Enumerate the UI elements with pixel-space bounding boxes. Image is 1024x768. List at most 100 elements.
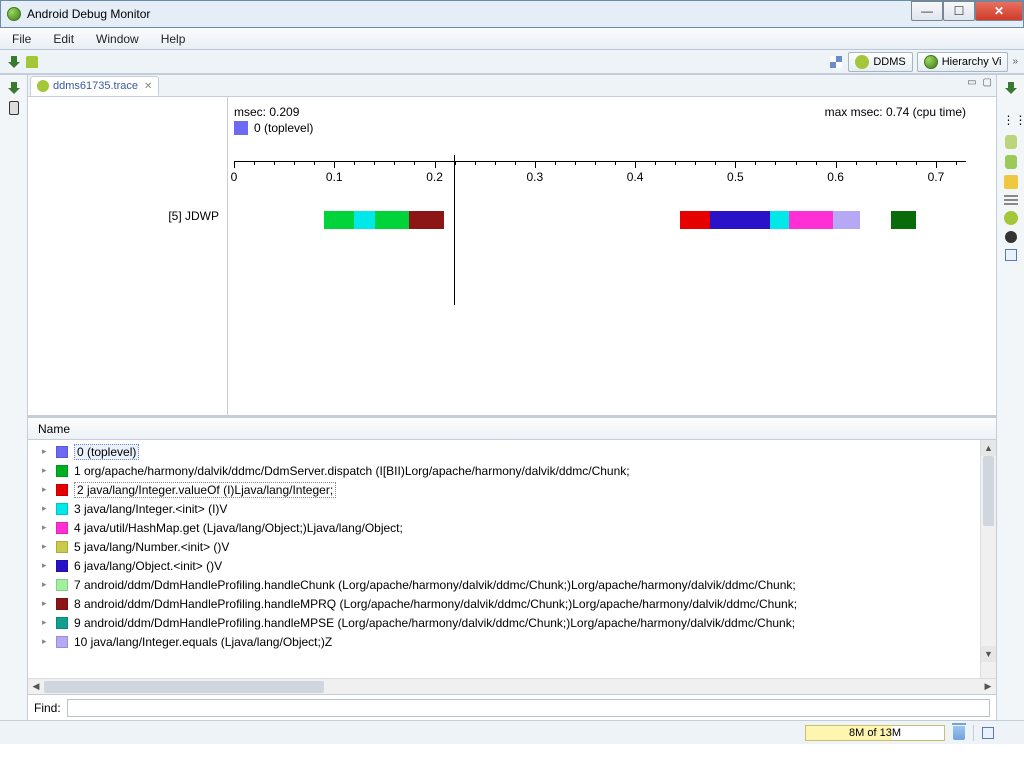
expand-icon[interactable]: ▸ xyxy=(42,617,50,628)
tick-label: 0.6 xyxy=(827,170,844,184)
tab-close-icon[interactable]: ✕ xyxy=(144,81,152,92)
gutter-phone-icon[interactable] xyxy=(9,101,19,115)
trace-segment[interactable] xyxy=(891,211,916,229)
table-row[interactable]: ▸7 android/ddm/DdmHandleProfiling.handle… xyxy=(32,575,976,594)
table-row[interactable]: ▸ 0 (toplevel) xyxy=(32,442,976,461)
editor-tabrow: ddms61735.trace ✕ ▭ ▢ xyxy=(28,75,996,97)
perspective-hierarchy-label: Hierarchy Vi xyxy=(942,56,1002,68)
trace-segment[interactable] xyxy=(710,211,770,229)
gutter-download-icon[interactable] xyxy=(1004,81,1018,95)
window-titlebar: Android Debug Monitor — ☐ ✕ xyxy=(0,0,1024,28)
menu-file[interactable]: File xyxy=(8,30,35,48)
trace-segment[interactable] xyxy=(354,211,375,229)
table-row[interactable]: ▸ 8 android/ddm/DdmHandleProfiling.handle… xyxy=(32,594,976,613)
table-row[interactable]: ▸9 android/ddm/DdmHandleProfiling.handle… xyxy=(32,613,976,632)
vertical-scrollbar[interactable]: ▲ ▼ xyxy=(980,440,996,678)
menu-edit[interactable]: Edit xyxy=(49,30,78,48)
table-row[interactable]: ▸5 java/lang/Number.<init> ()V xyxy=(32,537,976,556)
open-perspective-icon[interactable] xyxy=(828,54,844,70)
max-msec-label: max msec: 0.74 (cpu time) xyxy=(825,105,966,119)
scroll-down-icon[interactable]: ▼ xyxy=(981,646,996,662)
time-cursor[interactable] xyxy=(454,155,455,305)
close-button[interactable]: ✕ xyxy=(975,1,1023,21)
find-row: Find: xyxy=(28,694,996,720)
tick-label: 0.7 xyxy=(928,170,945,184)
table-header[interactable]: Name xyxy=(28,418,996,440)
row-label: 8 android/ddm/DdmHandleProfiling.handleM… xyxy=(74,597,797,611)
expand-icon[interactable]: ▸ xyxy=(42,560,50,571)
trace-segment[interactable] xyxy=(680,211,710,229)
gutter-folder-icon[interactable] xyxy=(1004,175,1018,189)
hscroll-thumb[interactable] xyxy=(44,681,324,693)
expand-icon[interactable]: ▸ xyxy=(42,598,50,609)
scroll-left-icon[interactable]: ◀ xyxy=(28,681,44,692)
gutter-emulator-icon[interactable] xyxy=(1004,211,1018,225)
left-gutter xyxy=(0,75,28,720)
gutter-threads-icon[interactable]: ⋮⋮ xyxy=(1003,113,1019,129)
app-icon xyxy=(7,7,21,21)
status-device-icon[interactable] xyxy=(1002,726,1016,740)
tick-label: 0.4 xyxy=(627,170,644,184)
expand-icon[interactable]: ▸ xyxy=(42,579,50,590)
heap-status[interactable]: 8M of 13M xyxy=(805,725,945,741)
android-icon xyxy=(855,55,869,69)
trace-segment[interactable] xyxy=(833,211,860,229)
overflow-icon[interactable]: » xyxy=(1012,56,1018,67)
maximize-button[interactable]: ☐ xyxy=(943,1,975,21)
minimize-view-icon[interactable]: ▭ xyxy=(967,77,976,88)
maximize-view-icon[interactable]: ▢ xyxy=(983,77,992,88)
expand-icon[interactable]: ▸ xyxy=(42,503,50,514)
gutter-heap-icon[interactable] xyxy=(1005,135,1017,149)
scroll-right-icon[interactable]: ▶ xyxy=(980,681,996,692)
table-row[interactable]: ▸1 org/apache/harmony/dalvik/ddmc/DdmSer… xyxy=(32,461,976,480)
horizontal-scrollbar[interactable]: ◀ ▶ xyxy=(28,678,996,694)
row-label: 0 (toplevel) xyxy=(74,444,139,460)
trace-segment[interactable] xyxy=(324,211,354,229)
gutter-download-icon[interactable] xyxy=(7,81,21,95)
color-swatch xyxy=(56,598,68,610)
row-label: 4 java/util/HashMap.get (Ljava/lang/Obje… xyxy=(74,521,403,535)
device-icon[interactable] xyxy=(24,54,40,70)
trace-segment[interactable] xyxy=(409,211,443,229)
expand-icon[interactable]: ▸ xyxy=(42,446,50,457)
table-row[interactable]: ▸ 4 java/util/HashMap.get (Ljava/lang/Obj… xyxy=(32,518,976,537)
status-layout-icon[interactable] xyxy=(982,727,994,739)
scroll-thumb[interactable] xyxy=(983,456,994,526)
color-swatch xyxy=(56,522,68,534)
trace-segment[interactable] xyxy=(375,211,409,229)
menu-help[interactable]: Help xyxy=(157,30,190,48)
expand-icon[interactable]: ▸ xyxy=(42,541,50,552)
expand-icon[interactable]: ▸ xyxy=(42,465,50,476)
table-row[interactable]: ▸3 java/lang/Integer.<init> (I)V xyxy=(32,499,976,518)
tab-tracefile[interactable]: ddms61735.trace ✕ xyxy=(30,76,159,96)
methods-table: Name ▸ 0 (toplevel)▸1 org/apache/harmony/… xyxy=(28,417,996,720)
gutter-sysinfo-icon[interactable] xyxy=(1005,231,1017,243)
gutter-layout-icon[interactable] xyxy=(1005,249,1017,261)
gc-button-icon[interactable] xyxy=(953,726,965,740)
trace-chart[interactable]: msec: 0.209 max msec: 0.74 (cpu time) 0 … xyxy=(228,97,996,415)
menu-window[interactable]: Window xyxy=(92,30,143,48)
table-row[interactable]: ▸2 java/lang/Integer.valueOf (I)Ljava/la… xyxy=(32,480,976,499)
table-row[interactable]: ▸10 java/lang/Integer.equals (Ljava/lang… xyxy=(32,632,976,651)
perspective-ddms-label: DDMS xyxy=(873,56,905,68)
tab-label: ddms61735.trace xyxy=(53,80,138,92)
download-icon[interactable] xyxy=(6,54,22,70)
tick-label: 0.5 xyxy=(727,170,744,184)
trace-segment[interactable] xyxy=(770,211,788,229)
globe-icon xyxy=(924,55,938,69)
expand-icon[interactable]: ▸ xyxy=(42,636,50,647)
gutter-network-icon[interactable] xyxy=(1004,195,1018,205)
perspective-ddms[interactable]: DDMS xyxy=(848,52,912,72)
trace-row-label: [5] JDWP xyxy=(168,209,219,223)
table-row[interactable]: ▸6 java/lang/Object.<init> ()V xyxy=(32,556,976,575)
expand-icon[interactable]: ▸ xyxy=(42,484,50,495)
right-gutter: ⋮⋮ xyxy=(996,75,1024,720)
gutter-alloc-icon[interactable] xyxy=(1005,155,1017,169)
perspective-hierarchy[interactable]: Hierarchy Vi xyxy=(917,52,1009,72)
find-input[interactable] xyxy=(67,699,990,717)
scroll-up-icon[interactable]: ▲ xyxy=(981,440,996,456)
expand-icon[interactable]: ▸ xyxy=(42,522,50,533)
minimize-button[interactable]: — xyxy=(911,1,943,21)
trace-segment[interactable] xyxy=(789,211,833,229)
color-swatch xyxy=(56,503,68,515)
